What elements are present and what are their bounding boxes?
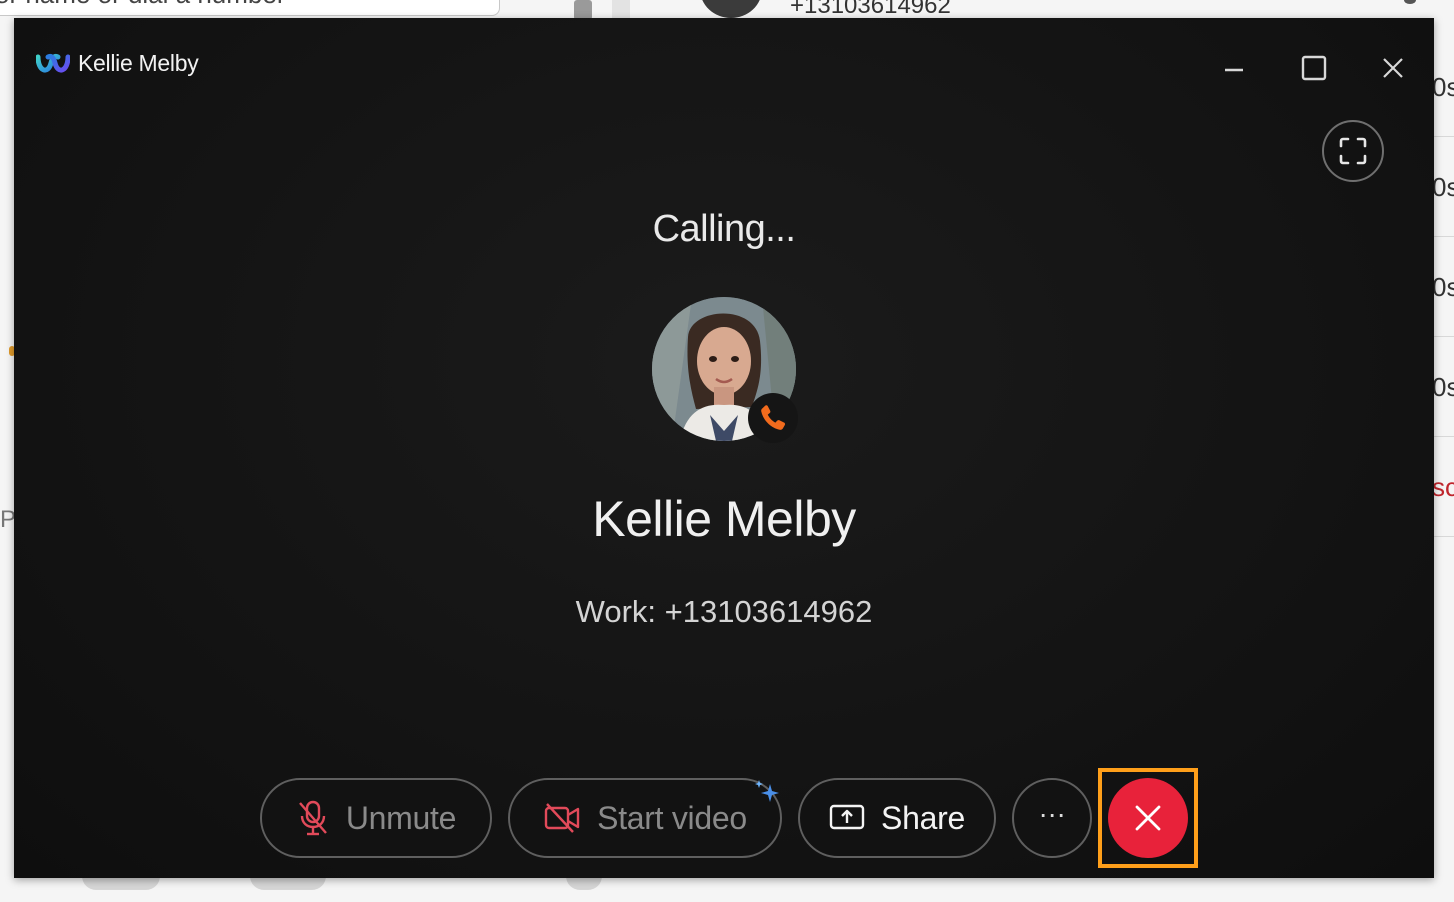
title-bar[interactable]: Kellie Melby bbox=[14, 18, 1434, 114]
contact-name: Kellie Melby bbox=[592, 491, 856, 547]
share-screen-icon bbox=[829, 803, 865, 833]
avatar bbox=[700, 0, 762, 18]
background-button bbox=[82, 876, 160, 890]
minimize-button[interactable] bbox=[1214, 48, 1254, 88]
background-button bbox=[250, 876, 326, 890]
row-divider bbox=[1434, 536, 1454, 537]
contact-number: Work: +13103614962 bbox=[575, 594, 873, 629]
more-options-button[interactable]: ··· bbox=[1012, 778, 1092, 858]
video-off-icon bbox=[543, 801, 581, 835]
more-icon: ··· bbox=[1038, 798, 1066, 829]
fullscreen-icon bbox=[1339, 137, 1367, 165]
row-divider bbox=[1434, 136, 1454, 137]
unmute-label: Unmute bbox=[345, 799, 457, 836]
call-status: Calling... bbox=[652, 208, 796, 250]
row-duration: 0s bbox=[1432, 72, 1454, 102]
window-title: Kellie Melby bbox=[78, 50, 199, 76]
start-video-label: Start video bbox=[597, 799, 747, 836]
contact-avatar bbox=[652, 297, 798, 443]
close-window-button[interactable] bbox=[1373, 48, 1413, 88]
scrollbar-thumb[interactable] bbox=[574, 0, 592, 20]
calling-badge bbox=[748, 393, 798, 443]
sparkle-icon bbox=[755, 780, 779, 802]
close-icon bbox=[1135, 805, 1161, 831]
fullscreen-button[interactable] bbox=[1322, 120, 1384, 182]
background-button bbox=[566, 876, 602, 890]
end-call-button[interactable] bbox=[1108, 778, 1188, 858]
pane-divider bbox=[612, 0, 630, 20]
maximize-button[interactable] bbox=[1294, 48, 1334, 88]
row-duration: 0s bbox=[1432, 372, 1454, 402]
minimize-icon bbox=[1225, 68, 1243, 72]
row-divider bbox=[1434, 236, 1454, 237]
row-divider bbox=[1434, 436, 1454, 437]
more-icon[interactable] bbox=[1404, 0, 1416, 4]
share-label: Share bbox=[881, 799, 965, 836]
microphone-muted-icon bbox=[296, 799, 330, 837]
webex-logo-icon bbox=[36, 54, 70, 73]
share-button[interactable]: Share bbox=[798, 778, 996, 858]
maximize-icon bbox=[1301, 55, 1327, 81]
call-window: Kellie Melby Calling... Kellie Melby Wor… bbox=[14, 18, 1434, 878]
row-duration: 0s bbox=[1432, 272, 1454, 302]
row-divider bbox=[1434, 336, 1454, 337]
call-history-number[interactable]: +13103614962 bbox=[790, 0, 951, 20]
close-icon bbox=[1383, 58, 1403, 78]
unmute-button[interactable]: Unmute bbox=[260, 778, 492, 858]
phone-icon bbox=[761, 405, 786, 430]
row-duration: 0s bbox=[1432, 172, 1454, 202]
start-video-button[interactable]: Start video bbox=[508, 778, 782, 858]
row-duration-missed: sc bbox=[1432, 472, 1454, 502]
search-input[interactable]: or name or dial a number bbox=[0, 0, 500, 16]
